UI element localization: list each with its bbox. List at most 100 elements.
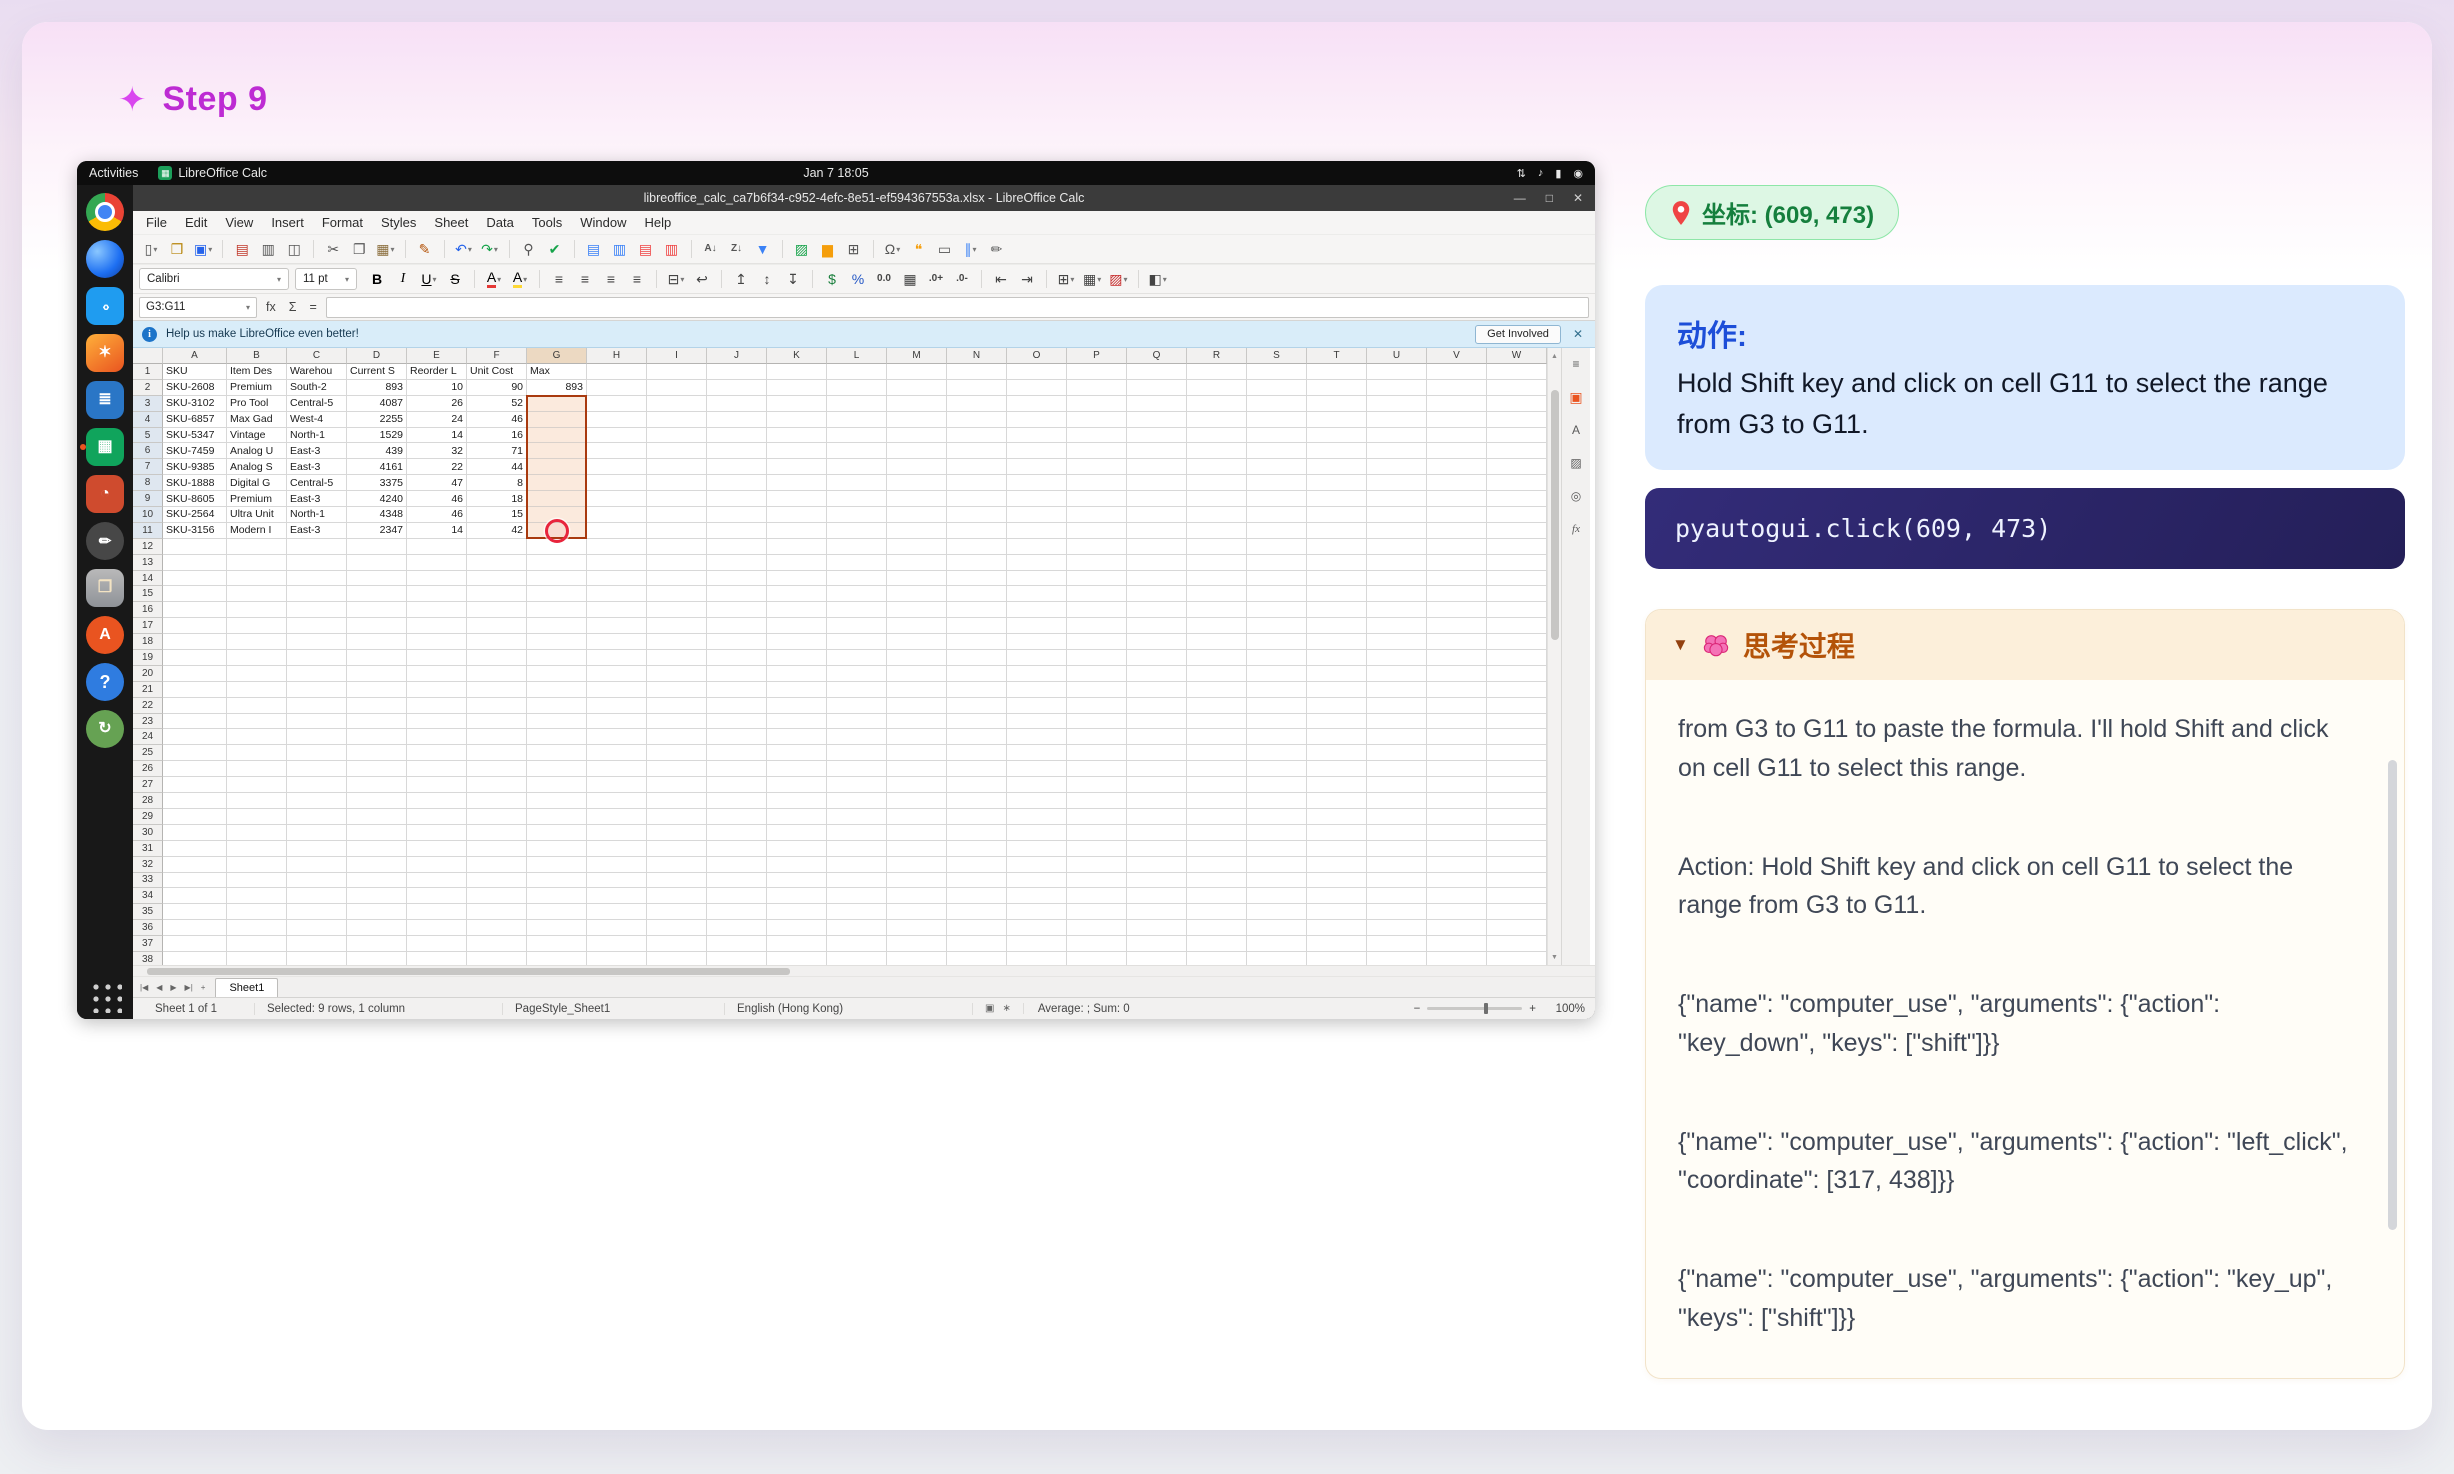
cell-L34[interactable] bbox=[827, 888, 887, 904]
menu-view[interactable]: View bbox=[216, 215, 262, 230]
cell-E16[interactable] bbox=[407, 602, 467, 618]
cell-N17[interactable] bbox=[947, 618, 1007, 634]
cell-O7[interactable] bbox=[1007, 459, 1067, 475]
cell-P27[interactable] bbox=[1067, 777, 1127, 793]
insert-column-button[interactable]: ▥ bbox=[608, 237, 632, 261]
cell-W19[interactable] bbox=[1487, 650, 1547, 666]
cell-B31[interactable] bbox=[227, 841, 287, 857]
cell-K28[interactable] bbox=[767, 793, 827, 809]
cell-I32[interactable] bbox=[647, 857, 707, 873]
conditional-formatting-button[interactable]: ◧▾ bbox=[1146, 267, 1170, 291]
cell-N18[interactable] bbox=[947, 634, 1007, 650]
cell-M9[interactable] bbox=[887, 491, 947, 507]
cell-R25[interactable] bbox=[1187, 745, 1247, 761]
row-header-18[interactable]: 18 bbox=[133, 634, 163, 650]
cell-F5[interactable]: 16 bbox=[467, 428, 527, 444]
cell-T20[interactable] bbox=[1307, 666, 1367, 682]
cell-U12[interactable] bbox=[1367, 539, 1427, 555]
cell-F16[interactable] bbox=[467, 602, 527, 618]
cell-B30[interactable] bbox=[227, 825, 287, 841]
cell-D23[interactable] bbox=[347, 714, 407, 730]
cell-S33[interactable] bbox=[1247, 873, 1307, 889]
cell-B4[interactable]: Max Gad bbox=[227, 412, 287, 428]
cell-A28[interactable] bbox=[163, 793, 227, 809]
underline-button[interactable]: U▾ bbox=[417, 267, 441, 291]
cell-R28[interactable] bbox=[1187, 793, 1247, 809]
cell-F29[interactable] bbox=[467, 809, 527, 825]
cell-T28[interactable] bbox=[1307, 793, 1367, 809]
dock-item-gimp[interactable]: ✏ bbox=[77, 522, 133, 560]
cell-M19[interactable] bbox=[887, 650, 947, 666]
cell-D26[interactable] bbox=[347, 761, 407, 777]
cell-J13[interactable] bbox=[707, 555, 767, 571]
cell-M38[interactable] bbox=[887, 952, 947, 965]
cell-I21[interactable] bbox=[647, 682, 707, 698]
cell-P31[interactable] bbox=[1067, 841, 1127, 857]
cell-O32[interactable] bbox=[1007, 857, 1067, 873]
cell-E23[interactable] bbox=[407, 714, 467, 730]
cell-V6[interactable] bbox=[1427, 443, 1487, 459]
export-pdf-button[interactable]: ▤ bbox=[230, 237, 254, 261]
cell-S27[interactable] bbox=[1247, 777, 1307, 793]
cell-C5[interactable]: North-1 bbox=[287, 428, 347, 444]
cell-W24[interactable] bbox=[1487, 729, 1547, 745]
cell-A24[interactable] bbox=[163, 729, 227, 745]
cell-G34[interactable] bbox=[527, 888, 587, 904]
cell-A9[interactable]: SKU-8605 bbox=[163, 491, 227, 507]
cell-E12[interactable] bbox=[407, 539, 467, 555]
maximize-button[interactable]: □ bbox=[1546, 191, 1553, 205]
cell-M31[interactable] bbox=[887, 841, 947, 857]
print-preview-button[interactable]: ◫ bbox=[282, 237, 306, 261]
cell-D22[interactable] bbox=[347, 698, 407, 714]
cell-P18[interactable] bbox=[1067, 634, 1127, 650]
cell-G28[interactable] bbox=[527, 793, 587, 809]
cell-M35[interactable] bbox=[887, 904, 947, 920]
cell-R19[interactable] bbox=[1187, 650, 1247, 666]
cell-D8[interactable]: 3375 bbox=[347, 475, 407, 491]
cell-N2[interactable] bbox=[947, 380, 1007, 396]
cell-N19[interactable] bbox=[947, 650, 1007, 666]
cell-V26[interactable] bbox=[1427, 761, 1487, 777]
cell-Q12[interactable] bbox=[1127, 539, 1187, 555]
cell-A4[interactable]: SKU-6857 bbox=[163, 412, 227, 428]
cell-N37[interactable] bbox=[947, 936, 1007, 952]
cell-E37[interactable] bbox=[407, 936, 467, 952]
cell-V11[interactable] bbox=[1427, 523, 1487, 539]
cell-U31[interactable] bbox=[1367, 841, 1427, 857]
cell-G26[interactable] bbox=[527, 761, 587, 777]
cell-E27[interactable] bbox=[407, 777, 467, 793]
cell-R29[interactable] bbox=[1187, 809, 1247, 825]
cell-E26[interactable] bbox=[407, 761, 467, 777]
menu-format[interactable]: Format bbox=[313, 215, 372, 230]
cell-B16[interactable] bbox=[227, 602, 287, 618]
cell-A21[interactable] bbox=[163, 682, 227, 698]
cell-T31[interactable] bbox=[1307, 841, 1367, 857]
format-number-button[interactable]: 0.0 bbox=[872, 267, 896, 291]
cell-I7[interactable] bbox=[647, 459, 707, 475]
cell-A30[interactable] bbox=[163, 825, 227, 841]
merge-cells-button[interactable]: ⊟▾ bbox=[664, 267, 688, 291]
cell-U36[interactable] bbox=[1367, 920, 1427, 936]
cell-N33[interactable] bbox=[947, 873, 1007, 889]
cell-W38[interactable] bbox=[1487, 952, 1547, 965]
cell-R34[interactable] bbox=[1187, 888, 1247, 904]
cell-O11[interactable] bbox=[1007, 523, 1067, 539]
cell-W27[interactable] bbox=[1487, 777, 1547, 793]
cell-I14[interactable] bbox=[647, 571, 707, 587]
cell-D37[interactable] bbox=[347, 936, 407, 952]
cell-R20[interactable] bbox=[1187, 666, 1247, 682]
cell-T9[interactable] bbox=[1307, 491, 1367, 507]
cell-W31[interactable] bbox=[1487, 841, 1547, 857]
cell-G8[interactable] bbox=[527, 475, 587, 491]
cell-H19[interactable] bbox=[587, 650, 647, 666]
strikethrough-button[interactable]: S bbox=[443, 267, 467, 291]
cell-J1[interactable] bbox=[707, 364, 767, 380]
row-header-26[interactable]: 26 bbox=[133, 761, 163, 777]
cell-C22[interactable] bbox=[287, 698, 347, 714]
network-icon[interactable]: ⇅ bbox=[1517, 167, 1526, 180]
cell-S34[interactable] bbox=[1247, 888, 1307, 904]
cell-Q2[interactable] bbox=[1127, 380, 1187, 396]
cell-H33[interactable] bbox=[587, 873, 647, 889]
cell-D28[interactable] bbox=[347, 793, 407, 809]
cell-T19[interactable] bbox=[1307, 650, 1367, 666]
